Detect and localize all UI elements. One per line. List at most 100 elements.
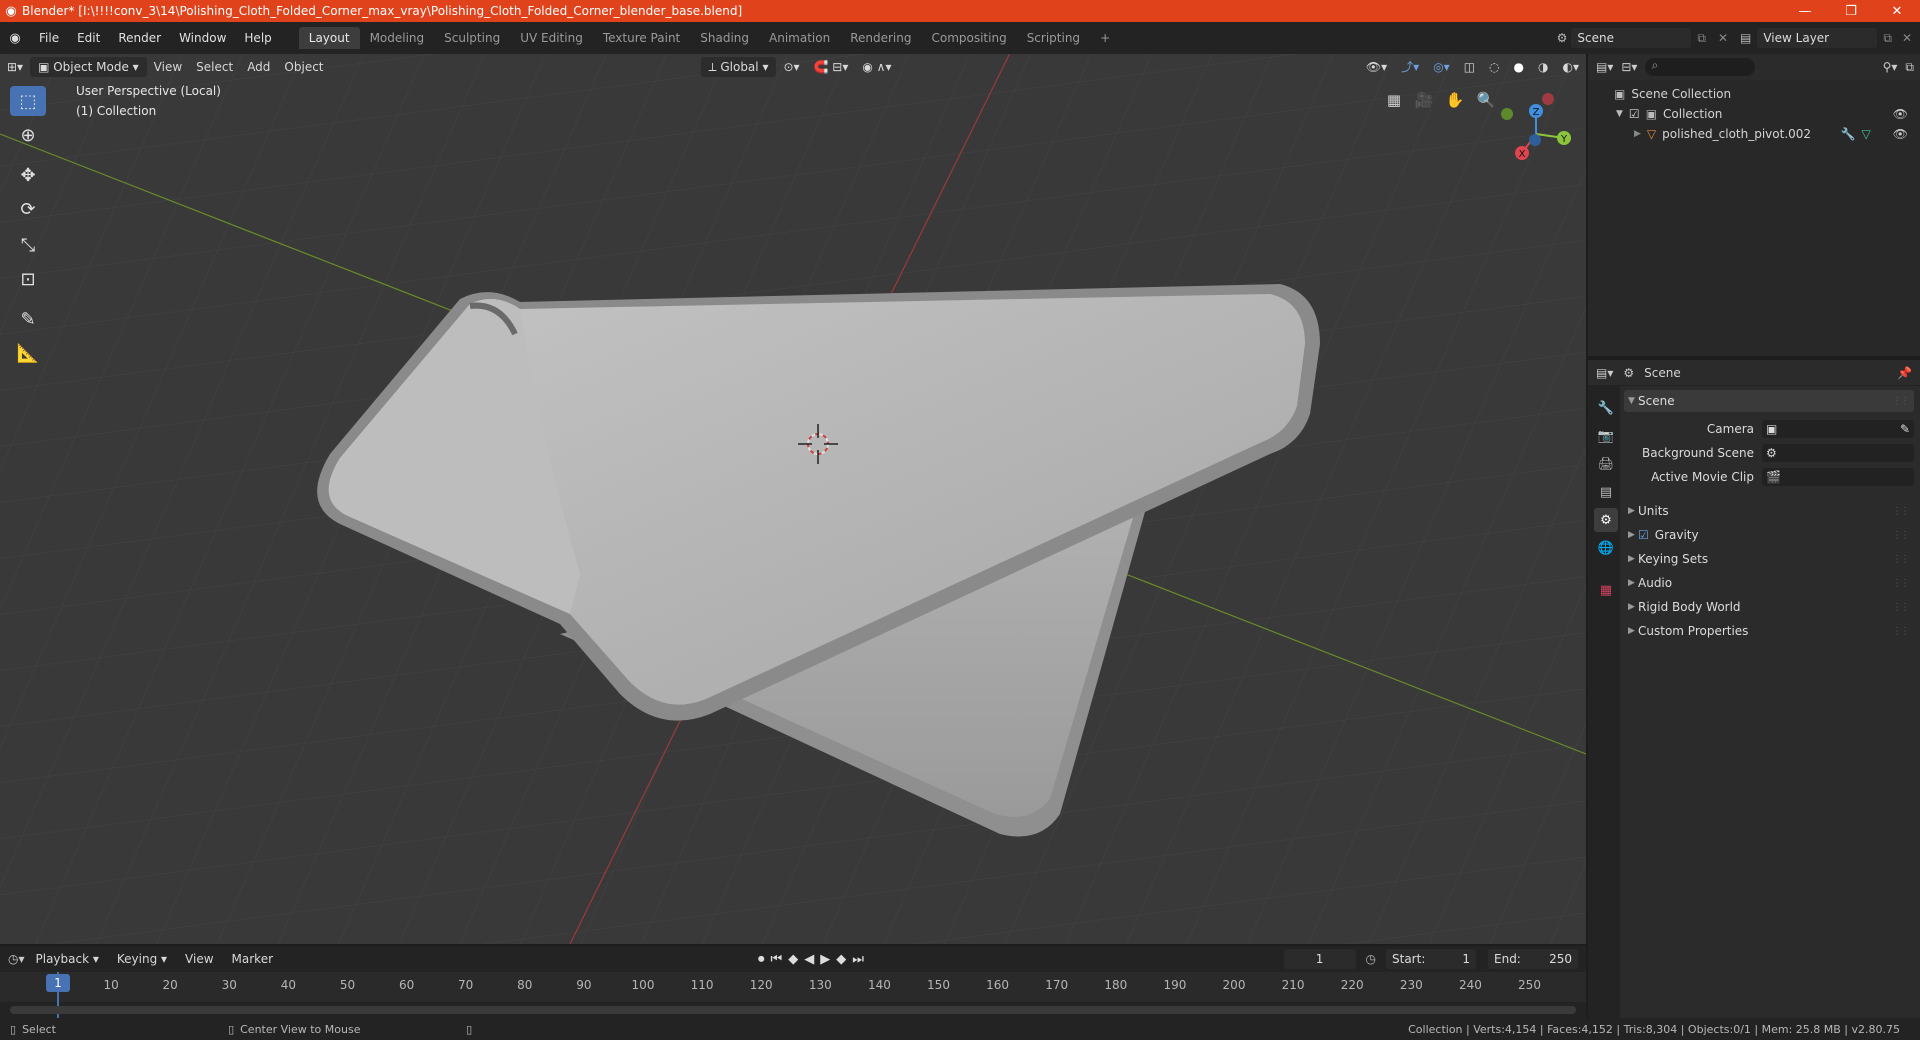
new-collection-icon[interactable]: ⧉ — [1905, 60, 1920, 75]
menu-edit[interactable]: Edit — [68, 22, 109, 54]
timeline-menu-view[interactable]: View — [178, 946, 220, 972]
scene-panel-header[interactable]: ▼ Scene ⋮⋮ — [1624, 390, 1914, 412]
xray-icon[interactable]: ◫ — [1457, 54, 1482, 80]
viewport-menu-view[interactable]: View — [147, 54, 189, 80]
menu-file[interactable]: File — [30, 22, 68, 54]
current-frame-field[interactable]: 1 — [1283, 949, 1356, 969]
custom-props-grip-icon[interactable]: ⋮⋮ — [1892, 626, 1910, 637]
custom-properties-panel-header[interactable]: ▶ Custom Properties ⋮⋮ — [1624, 620, 1914, 642]
view-layer-selector[interactable]: View Layer — [1757, 28, 1878, 48]
transform-tool[interactable]: ⊡ — [10, 264, 46, 294]
keying-sets-panel-header[interactable]: ▶ Keying Sets ⋮⋮ — [1624, 548, 1914, 570]
units-grip-icon[interactable]: ⋮⋮ — [1892, 506, 1910, 517]
pan-view-icon[interactable]: ✋ — [1441, 86, 1469, 114]
menu-window[interactable]: Window — [170, 22, 235, 54]
output-tab-icon[interactable]: 🖨 — [1594, 452, 1618, 476]
viewport-menu-select[interactable]: Select — [189, 54, 240, 80]
view-layer-tab-icon[interactable]: ▤ — [1594, 480, 1618, 504]
timeline-menu-marker[interactable]: Marker — [225, 946, 280, 972]
record-icon[interactable]: ⏺ — [758, 952, 771, 967]
audio-grip-icon[interactable]: ⋮⋮ — [1892, 578, 1910, 589]
scene-selector[interactable]: Scene — [1571, 28, 1692, 48]
tool-tab-icon[interactable]: 🔧 — [1594, 396, 1618, 420]
blender-menu-icon[interactable]: ◉ — [0, 31, 30, 46]
viewport-menu-add[interactable]: Add — [240, 54, 277, 80]
tab-uv-editing[interactable]: UV Editing — [510, 27, 593, 49]
tab-sculpting[interactable]: Sculpting — [434, 27, 510, 49]
texture-tab-icon[interactable]: ▦ — [1594, 578, 1618, 602]
outliner-editor-icon[interactable]: ▤▾ — [1596, 60, 1613, 74]
scene-new-icon[interactable]: ⧉ — [1691, 31, 1712, 46]
snap-icon[interactable]: 🧲 ⊟▾ — [807, 54, 856, 80]
modifier-icon[interactable]: 🔧 — [1841, 127, 1856, 141]
gravity-checkbox[interactable]: ☑ — [1638, 528, 1655, 542]
rigid-body-world-panel-header[interactable]: ▶ Rigid Body World ⋮⋮ — [1624, 596, 1914, 618]
grip-icon[interactable]: ⋮⋮ — [1892, 396, 1910, 407]
annotate-tool[interactable]: ✎ — [10, 304, 46, 334]
background-scene-field[interactable]: ⚙ — [1762, 444, 1914, 462]
proportional-edit-icon[interactable]: ◉ ∧▾ — [855, 54, 898, 80]
tab-scripting[interactable]: Scripting — [1017, 27, 1090, 49]
outliner-search-input[interactable]: ⌕ — [1645, 58, 1756, 76]
editor-type-icon[interactable]: ⊞▾ — [0, 54, 30, 80]
add-workspace-button[interactable]: + — [1090, 27, 1120, 49]
tab-compositing[interactable]: Compositing — [921, 27, 1016, 49]
active-movie-clip-field[interactable]: 🎬 — [1762, 468, 1914, 486]
timeline-scrollbar[interactable] — [10, 1006, 1576, 1014]
gravity-grip-icon[interactable]: ⋮⋮ — [1892, 530, 1910, 541]
restore-button[interactable]: ❐ — [1828, 4, 1874, 19]
world-tab-icon[interactable]: 🌐 — [1594, 536, 1618, 560]
mesh-data-icon[interactable]: ▽ — [1862, 127, 1871, 141]
gravity-panel-header[interactable]: ▶ ☑ Gravity ⋮⋮ — [1624, 524, 1914, 546]
end-frame-field[interactable]: End: 250 — [1488, 949, 1578, 969]
menu-help[interactable]: Help — [235, 22, 280, 54]
timeline-editor-icon[interactable]: ◷▾ — [8, 952, 25, 966]
select-box-tool[interactable]: ⬚ — [10, 86, 46, 116]
zoom-view-icon[interactable]: 🔍 — [1472, 86, 1500, 114]
tab-layout[interactable]: Layout — [298, 27, 360, 49]
timeline-menu-playback[interactable]: Playback ▾ — [29, 946, 106, 972]
gizmo-neg-x-icon[interactable] — [1542, 93, 1554, 105]
viewport-menu-object[interactable]: Object — [277, 54, 330, 80]
audio-panel-header[interactable]: ▶ Audio ⋮⋮ — [1624, 572, 1914, 594]
cursor-tool[interactable]: ⊕ — [10, 120, 46, 150]
start-frame-field[interactable]: Start: 1 — [1386, 949, 1476, 969]
playhead-frame[interactable]: 1 — [46, 974, 70, 992]
next-keyframe-icon[interactable]: ◆ — [836, 952, 852, 967]
gizmo-neg-y-icon[interactable] — [1501, 108, 1513, 120]
view-layer-new-icon[interactable]: ⧉ — [1877, 31, 1898, 46]
move-tool[interactable]: ✥ — [10, 160, 46, 190]
timeline-menu-keying[interactable]: Keying ▾ — [110, 946, 174, 972]
tab-texture-paint[interactable]: Texture Paint — [593, 27, 690, 49]
rigid-body-grip-icon[interactable]: ⋮⋮ — [1892, 602, 1910, 613]
play-reverse-icon[interactable]: ◀ — [804, 952, 820, 967]
overlay-toggle-icon[interactable]: ◎▾ — [1426, 54, 1457, 80]
scale-tool[interactable]: ⤡ — [10, 230, 46, 260]
object-eye-icon[interactable]: 👁 — [1877, 127, 1916, 141]
units-panel-header[interactable]: ▶ Units ⋮⋮ — [1624, 500, 1914, 522]
menu-render[interactable]: Render — [109, 22, 170, 54]
eye-icon[interactable]: 👁 — [1893, 107, 1916, 121]
measure-tool[interactable]: 📐 — [10, 338, 46, 368]
view-layer-remove-icon[interactable]: ✕ — [1898, 31, 1920, 45]
render-tab-icon[interactable]: 📷 — [1594, 424, 1618, 448]
prev-keyframe-icon[interactable]: ◆ — [788, 952, 804, 967]
minimize-button[interactable]: — — [1782, 4, 1828, 19]
scene-tab-icon[interactable]: ⚙ — [1594, 508, 1618, 532]
tab-rendering[interactable]: Rendering — [840, 27, 921, 49]
camera-field[interactable]: ▣ ✎ — [1762, 420, 1914, 438]
properties-editor-icon[interactable]: ▤▾ — [1596, 366, 1613, 380]
solid-shading-icon[interactable]: ● — [1507, 54, 1531, 80]
jump-end-icon[interactable]: ⏭ — [852, 952, 870, 967]
eyedropper-icon[interactable]: ✎ — [1900, 422, 1914, 436]
filter-icon[interactable]: ⚲▾ — [1883, 60, 1898, 74]
jump-start-icon[interactable]: ⏮ — [771, 952, 789, 967]
rotate-tool[interactable]: ⟳ — [10, 194, 46, 224]
scene-remove-icon[interactable]: ✕ — [1712, 31, 1734, 45]
transform-orientation-dropdown[interactable]: ⟂ Global ▾ — [700, 57, 777, 77]
gizmo-toggle-icon[interactable]: ⤴▾ — [1394, 54, 1426, 80]
object-mode-dropdown[interactable]: ▣ Object Mode ▾ — [30, 57, 147, 77]
pin-icon[interactable]: 📌 — [1897, 366, 1920, 380]
outliner-row-collection[interactable]: ▼ ☑ ▣ Collection 👁 — [1616, 107, 1916, 121]
visibility-icon[interactable]: 👁▾ — [1359, 54, 1394, 80]
